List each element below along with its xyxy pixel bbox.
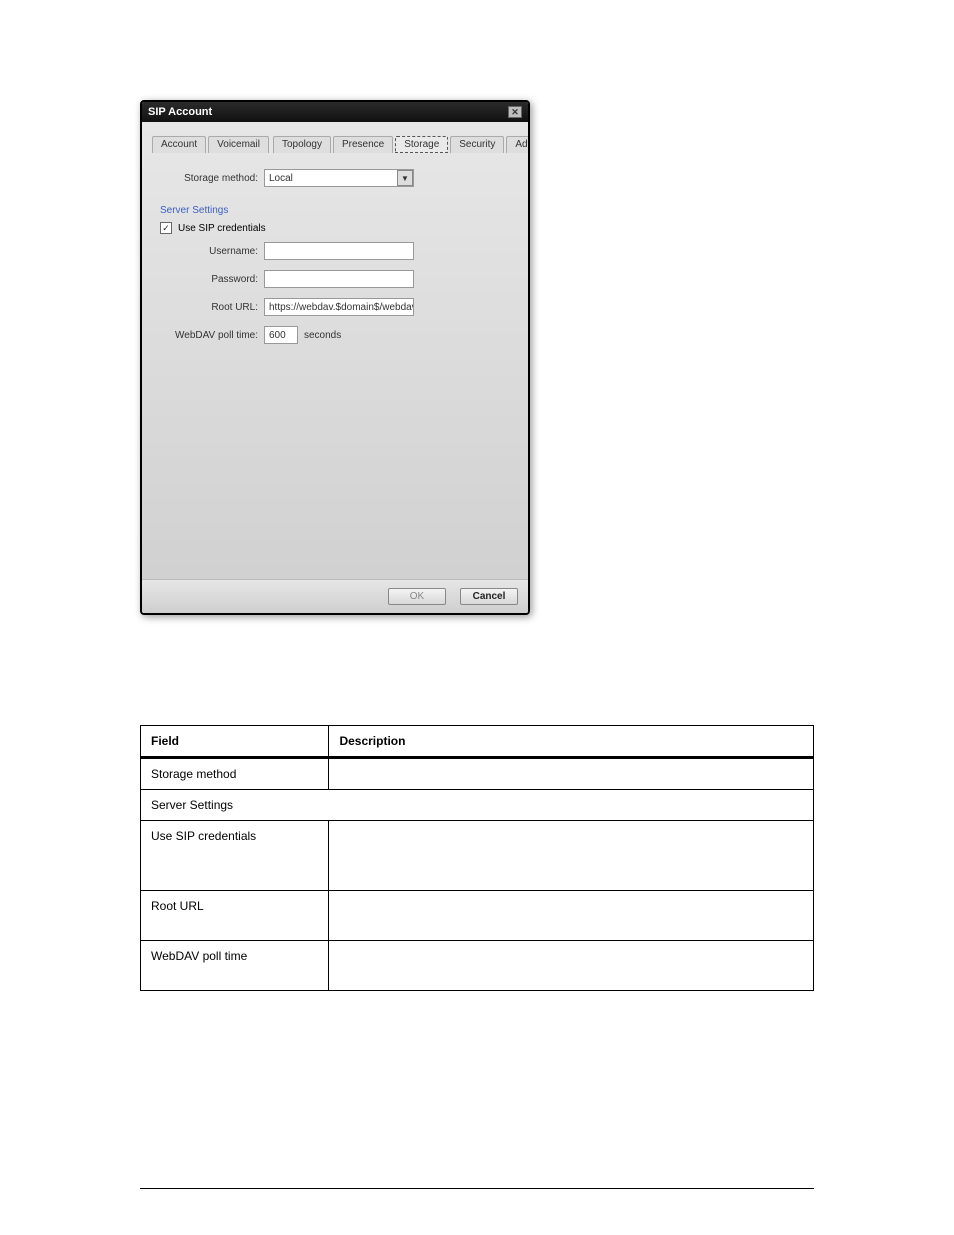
- cell-desc: [329, 821, 814, 891]
- password-label: Password:: [160, 274, 264, 285]
- table-row: Server Settings: [141, 790, 814, 821]
- ok-button[interactable]: OK: [388, 588, 446, 605]
- cell-desc: [329, 891, 814, 941]
- table-header-description: Description: [329, 726, 814, 758]
- table-row: Use SIP credentials: [141, 821, 814, 891]
- sip-account-dialog: SIP Account ✕ Account Voicemail Topology…: [140, 100, 530, 615]
- webdav-poll-time-label: WebDAV poll time:: [160, 330, 264, 341]
- cell-desc: [329, 941, 814, 991]
- cell-field: Storage method: [141, 758, 329, 790]
- fields-table: Field Description Storage method Server …: [140, 725, 814, 991]
- webdav-poll-time-field[interactable]: 600: [264, 326, 298, 344]
- dialog-titlebar[interactable]: SIP Account ✕: [142, 102, 528, 122]
- tab-security[interactable]: Security: [450, 136, 504, 153]
- dialog-title: SIP Account: [148, 106, 212, 118]
- table-row: WebDAV poll time: [141, 941, 814, 991]
- server-settings-group: Server Settings ✓ Use SIP credentials Us…: [160, 197, 510, 344]
- tab-strip: Account Voicemail Topology Presence Stor…: [142, 122, 528, 159]
- page-footer-rule: [140, 1188, 814, 1189]
- username-field[interactable]: [264, 242, 414, 260]
- cell-field: Root URL: [141, 891, 329, 941]
- tab-presence[interactable]: Presence: [333, 136, 393, 153]
- table-row: Storage method: [141, 758, 814, 790]
- table-header-field: Field: [141, 726, 329, 758]
- cancel-button[interactable]: Cancel: [460, 588, 518, 605]
- root-url-field[interactable]: https://webdav.$domain$/webdav/$use: [264, 298, 414, 316]
- username-label: Username:: [160, 246, 264, 257]
- tab-advanced[interactable]: Advanced: [506, 136, 530, 153]
- use-sip-credentials-checkbox[interactable]: ✓: [160, 222, 172, 234]
- cell-field: Use SIP credentials: [141, 821, 329, 891]
- tab-storage[interactable]: Storage: [395, 136, 448, 153]
- dialog-button-bar: OK Cancel: [142, 579, 528, 613]
- server-settings-legend: Server Settings: [160, 205, 510, 216]
- storage-method-select[interactable]: Local ▼: [264, 169, 414, 187]
- tab-topology[interactable]: Topology: [273, 136, 331, 153]
- use-sip-credentials-label: Use SIP credentials: [178, 223, 266, 234]
- chevron-down-icon[interactable]: ▼: [397, 170, 413, 186]
- password-field[interactable]: [264, 270, 414, 288]
- table-row: Root URL: [141, 891, 814, 941]
- webdav-poll-time-unit: seconds: [304, 330, 341, 341]
- tab-account[interactable]: Account: [152, 136, 206, 153]
- tab-body: Storage method: Local ▼ Server Settings …: [142, 159, 528, 579]
- cell-desc: [329, 758, 814, 790]
- tab-voicemail[interactable]: Voicemail: [208, 136, 269, 153]
- storage-method-value: Local: [265, 173, 397, 184]
- cell-span: Server Settings: [141, 790, 814, 821]
- root-url-label: Root URL:: [160, 302, 264, 313]
- cell-field: WebDAV poll time: [141, 941, 329, 991]
- close-icon[interactable]: ✕: [508, 106, 522, 118]
- storage-method-label: Storage method:: [160, 173, 264, 184]
